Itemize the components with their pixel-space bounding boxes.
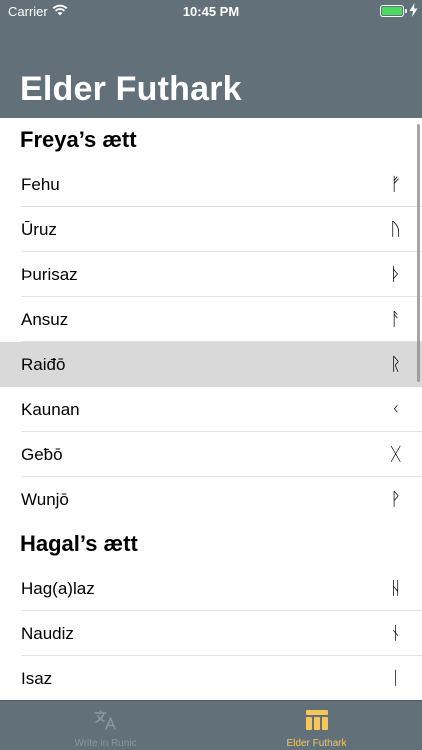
rune-glyph: ᚢ	[390, 219, 401, 240]
rune-glyph: ᛁ	[390, 668, 401, 689]
rune-list[interactable]: Freya’s ætt Fehu ᚠ Ūruz ᚢ Þurisaz ᚦ Ansu…	[0, 118, 422, 700]
charging-icon	[409, 3, 418, 17]
status-time: 10:45 PM	[182, 4, 240, 19]
rune-name: Þurisaz	[21, 264, 78, 284]
rune-glyph: ᚱ	[390, 354, 401, 375]
rune-glyph: ᚦ	[390, 264, 401, 285]
rune-row-ansuz[interactable]: Ansuz ᚨ	[0, 297, 422, 342]
section-header-freya: Freya’s ætt	[20, 127, 137, 152]
rune-glyph: ᚾ	[390, 623, 401, 644]
rune-name: Kaunan	[21, 399, 80, 419]
columns-icon	[305, 710, 328, 730]
rune-name: Geƀō	[21, 444, 63, 464]
rune-name: Naudiz	[21, 623, 74, 643]
translate-icon	[93, 710, 116, 730]
rune-row-fehu[interactable]: Fehu ᚠ	[0, 162, 422, 207]
rune-row-isaz[interactable]: Isaz ᛁ	[0, 656, 422, 700]
rune-name: Raiđō	[21, 354, 66, 374]
rune-row-wunjo[interactable]: Wunjō ᚹ	[0, 477, 422, 522]
rune-glyph: ᚺ	[390, 578, 401, 599]
rune-name: Hag(a)laz	[21, 578, 95, 598]
tab-bar: Write in Runic Elder Futhark	[0, 700, 422, 750]
battery-icon	[380, 5, 404, 17]
rune-glyph: ᚠ	[390, 174, 401, 195]
rune-glyph: ᚲ	[390, 399, 401, 420]
rune-glyph: ᚹ	[390, 489, 401, 510]
status-bar: Carrier 10:45 PM	[0, 0, 422, 24]
navigation-header: Carrier 10:45 PM Elder Futhark	[0, 0, 422, 118]
section-header-hagal: Hagal’s ætt	[20, 531, 138, 556]
rune-name: Ansuz	[21, 309, 69, 329]
page-title: Elder Futhark	[20, 70, 242, 108]
battery-tip	[405, 9, 407, 13]
rune-row-thurisaz[interactable]: Þurisaz ᚦ	[0, 252, 422, 297]
rune-row-gebo[interactable]: Geƀō ᚷ	[0, 432, 422, 477]
rune-row-naudiz[interactable]: Naudiz ᚾ	[0, 611, 422, 656]
tab-write-in-runic[interactable]: Write in Runic	[0, 701, 211, 750]
tab-label: Write in Runic	[74, 738, 137, 749]
rune-name: Isaz	[21, 668, 53, 688]
tab-elder-futhark[interactable]: Elder Futhark	[211, 701, 422, 750]
rune-row-kaunan[interactable]: Kaunan ᚲ	[0, 387, 422, 432]
tab-label: Elder Futhark	[286, 738, 347, 749]
rune-glyph: ᚨ	[390, 309, 401, 330]
rune-name: Fehu	[21, 174, 60, 194]
rune-row-uruz[interactable]: Ūruz ᚢ	[0, 207, 422, 252]
rune-row-raido[interactable]: Raiđō ᚱ	[0, 342, 422, 387]
scroll-indicator[interactable]	[417, 124, 420, 382]
rune-name: Ūruz	[21, 219, 57, 239]
rune-name: Wunjō	[21, 489, 69, 509]
rune-row-hagalaz[interactable]: Hag(a)laz ᚺ	[0, 566, 422, 611]
rune-glyph: ᚷ	[390, 444, 401, 465]
